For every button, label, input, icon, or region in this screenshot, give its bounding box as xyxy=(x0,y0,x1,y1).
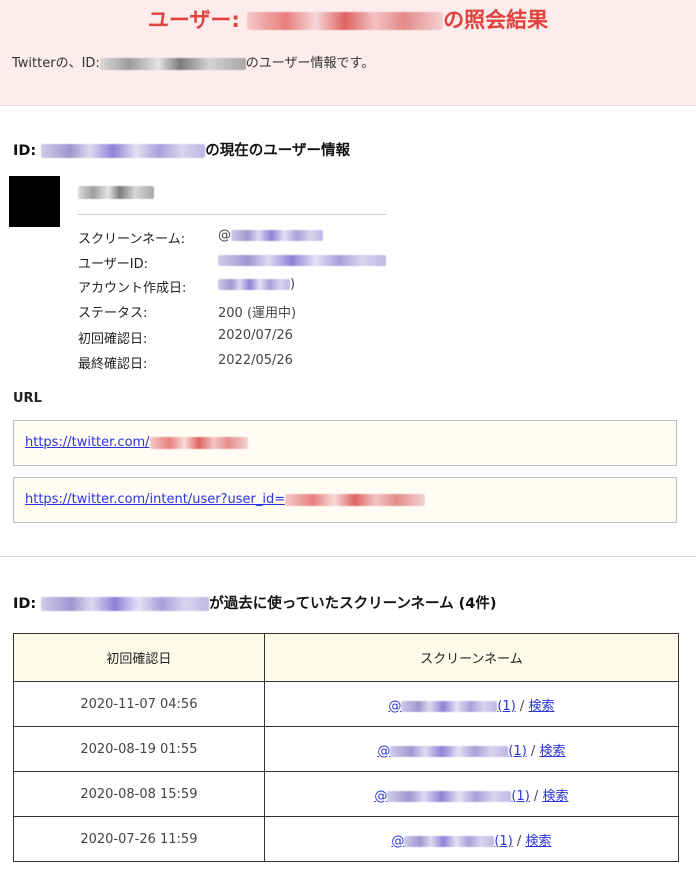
profile-url-link[interactable]: https://twitter.com/ xyxy=(25,435,248,450)
screen-name-link[interactable]: @ (1) xyxy=(391,834,512,849)
intent-url-link[interactable]: https://twitter.com/intent/user?user_id= xyxy=(25,492,426,507)
screen-name-link[interactable]: @ (1) xyxy=(377,744,526,759)
screen-name-cell: @ (1) / 検索 xyxy=(263,681,680,727)
table-row: 2020-11-07 04:56 @ (1) / 検索 xyxy=(13,681,680,727)
header-description: Twitterの、ID: のユーザー情報です。 xyxy=(12,56,375,71)
screen-name-link[interactable]: @ (1) xyxy=(388,699,515,714)
screen-name-cell: @ (1) / 検索 xyxy=(263,726,680,772)
page-title: ユーザー: の照会結果 xyxy=(147,8,549,32)
table-row: 2020-08-08 15:59 @ (1) / 検索 xyxy=(13,771,680,817)
divider xyxy=(78,214,386,215)
history-title: ID: が過去に使っていたスクリーンネーム (4件) xyxy=(13,596,497,612)
first-seen-cell: 2020-08-08 15:59 xyxy=(13,771,265,817)
col-screen-name: スクリーンネーム xyxy=(263,633,680,682)
screen-name-cell: @ (1) / 検索 xyxy=(263,816,680,862)
first-seen-cell: 2020-08-19 01:55 xyxy=(13,726,265,772)
search-link[interactable]: 検索 xyxy=(525,834,551,849)
search-link[interactable]: 検索 xyxy=(528,699,554,714)
col-first-seen: 初回確認日 xyxy=(13,633,265,682)
table-row: 2020-08-19 01:55 @ (1) / 検索 xyxy=(13,726,680,772)
display-name xyxy=(78,186,154,199)
redacted-id xyxy=(99,57,246,70)
first-seen-cell: 2020-11-07 04:56 xyxy=(13,681,265,727)
redacted-id xyxy=(41,144,206,158)
search-link[interactable]: 検索 xyxy=(539,744,565,759)
section-divider xyxy=(0,556,696,557)
url-heading: URL xyxy=(13,391,42,406)
intent-url-box: https://twitter.com/intent/user?user_id= xyxy=(13,477,677,523)
redacted-screen-name xyxy=(231,230,323,241)
redacted-username xyxy=(247,12,444,30)
table-header-row: 初回確認日 スクリーンネーム xyxy=(13,633,680,682)
search-link[interactable]: 検索 xyxy=(542,789,568,804)
screen-name-cell: @ (1) / 検索 xyxy=(263,771,680,817)
screen-name-link[interactable]: @ (1) xyxy=(374,789,529,804)
profile-url-box: https://twitter.com/ xyxy=(13,420,677,466)
redacted-user-id xyxy=(218,255,386,266)
current-info-title: ID: の現在のユーザー情報 xyxy=(13,143,351,159)
redacted-created-date xyxy=(218,279,290,290)
table-row: 2020-07-26 11:59 @ (1) / 検索 xyxy=(13,816,680,862)
first-seen-cell: 2020-07-26 11:59 xyxy=(13,816,265,862)
history-table: 初回確認日 スクリーンネーム 2020-11-07 04:56 @ (1) / 検… xyxy=(13,633,680,862)
avatar xyxy=(9,176,60,227)
result-header: ユーザー: の照会結果 Twitterの、ID: のユーザー情報です。 xyxy=(0,0,696,106)
redacted-id xyxy=(41,597,210,611)
